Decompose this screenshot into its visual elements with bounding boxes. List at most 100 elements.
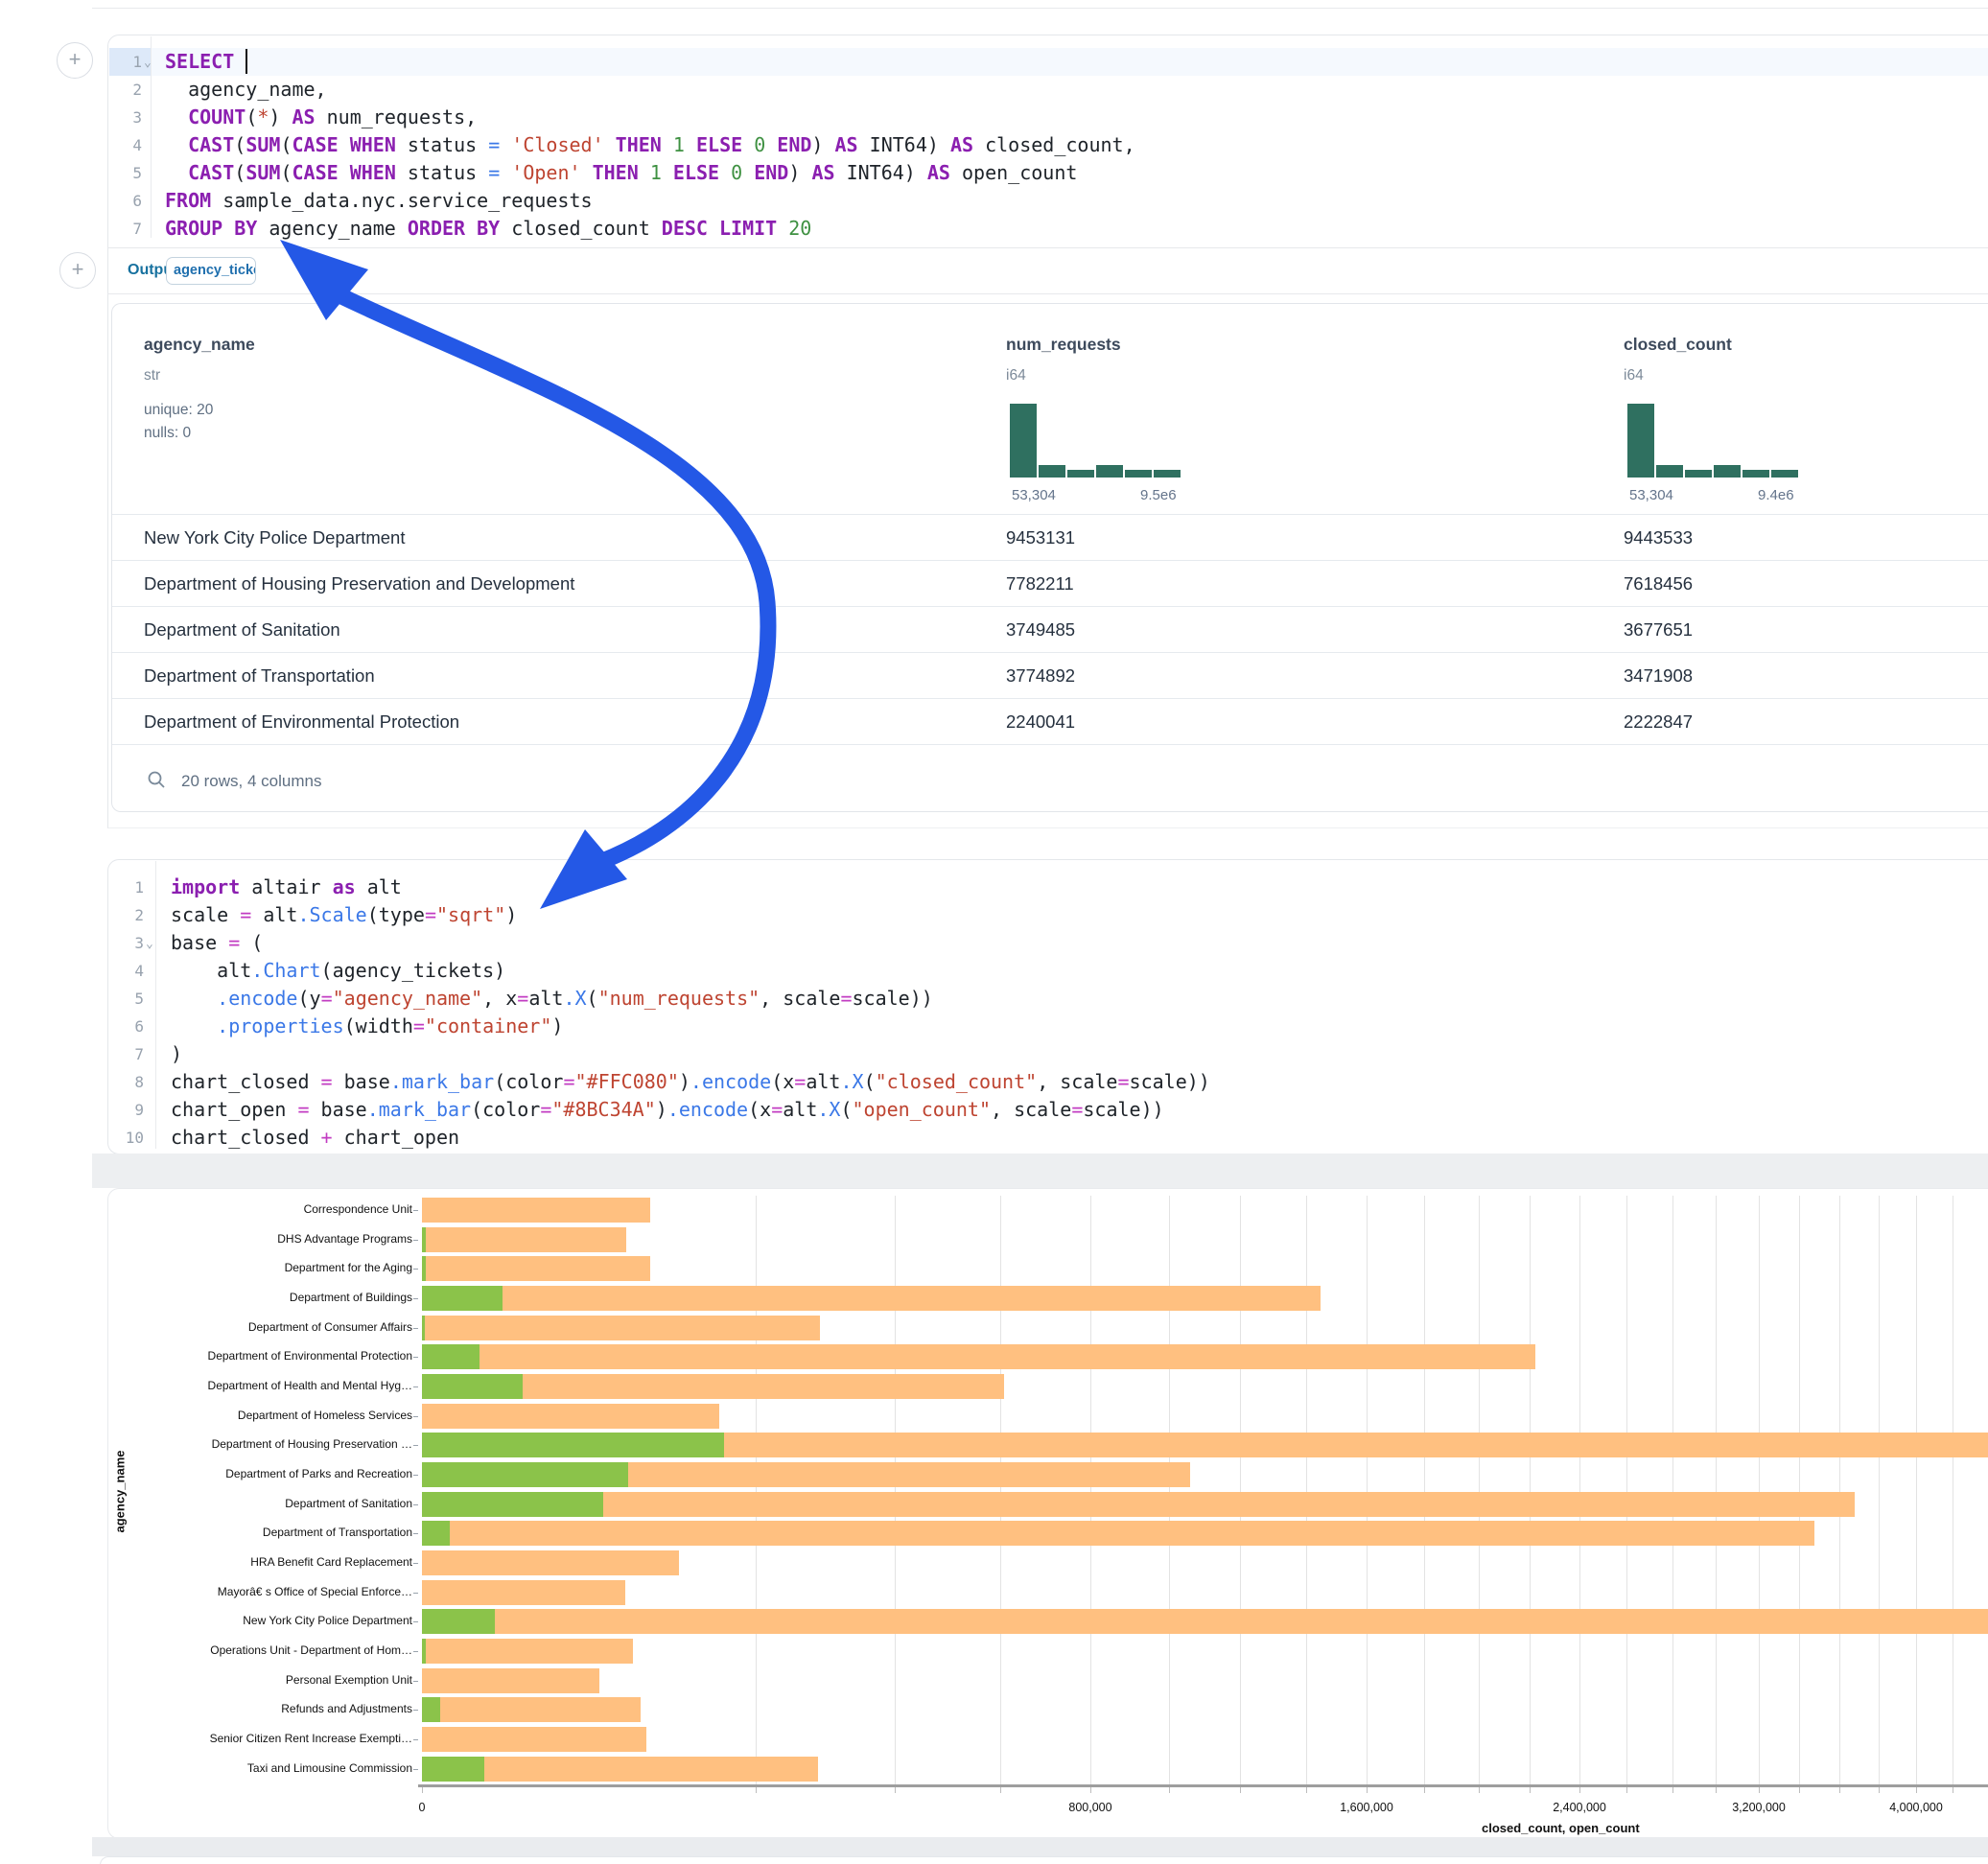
code-text: .properties(width="container") — [171, 1013, 563, 1040]
code-text: .encode(y="agency_name", x=alt.X("num_re… — [171, 985, 933, 1013]
output-variable-pill[interactable]: agency_tickets — [166, 257, 256, 285]
line-number: 5 — [100, 985, 144, 1013]
python-editor[interactable]: 1import altair as alt2scale = alt.Scale(… — [107, 859, 1988, 1153]
histogram-max-label: 9.5e6 — [1140, 487, 1177, 503]
line-number: 2 — [100, 901, 144, 929]
search-icon[interactable] — [147, 770, 166, 789]
code-line[interactable]: 4 alt.Chart(agency_tickets) — [107, 957, 1988, 985]
line-number: 2 — [98, 76, 142, 104]
result-table[interactable]: agency_namestr unique: 20 nulls: 0 num_requ… — [111, 303, 1988, 812]
chart-cell — [107, 1188, 1988, 1839]
line-number: 7 — [100, 1040, 144, 1068]
column-stats: nulls: 0 — [144, 425, 191, 442]
table-cell: Department of Environmental Protection — [144, 699, 459, 745]
table-row: Department of Housing Preservation and D… — [112, 560, 1988, 607]
add-cell-button-top[interactable]: + — [57, 42, 93, 79]
code-line[interactable]: 5 .encode(y="agency_name", x=alt.X("num_… — [107, 985, 1988, 1013]
code-text: SELECT — [165, 48, 246, 76]
table-cell: Department of Sanitation — [144, 607, 340, 653]
column-stats: unique: 20 — [144, 402, 213, 419]
table-row-count: 20 rows, 4 columns — [181, 772, 321, 791]
histogram-bar — [1656, 465, 1683, 478]
page-gap — [92, 1153, 1988, 1188]
code-line[interactable]: 4 CAST(SUM(CASE WHEN status = 'Closed' T… — [107, 131, 1988, 159]
column-type: i64 — [1006, 367, 1026, 384]
add-cell-button-output[interactable]: + — [59, 252, 96, 289]
fold-chevron-icon[interactable]: ⌄ — [146, 930, 153, 958]
code-text: chart_closed = base.mark_bar(color="#FFC… — [171, 1068, 1210, 1096]
code-line[interactable]: 5 CAST(SUM(CASE WHEN status = 'Open' THE… — [107, 159, 1988, 187]
table-cell: 7618456 — [1624, 561, 1693, 607]
table-row: Department of Transportation377489234719… — [112, 652, 1988, 699]
table-cell: 7782211 — [1006, 561, 1074, 607]
histogram-bar — [1125, 470, 1152, 478]
column-type: i64 — [1624, 367, 1644, 384]
code-text: FROM sample_data.nyc.service_requests — [165, 187, 593, 215]
histogram-bar — [1039, 465, 1065, 478]
cell-divider-top — [92, 8, 1988, 9]
table-cell: 3677651 — [1624, 607, 1693, 653]
table-cell: New York City Police Department — [144, 515, 405, 561]
table-cell: 2240041 — [1006, 699, 1075, 745]
column-header[interactable]: agency_name — [144, 335, 255, 355]
code-text: COUNT(*) AS num_requests, — [165, 104, 477, 131]
code-text: ) — [171, 1040, 182, 1068]
column-header[interactable]: closed_count — [1624, 335, 1732, 355]
code-line[interactable]: 6 .properties(width="container") — [107, 1013, 1988, 1040]
table-cell: 3471908 — [1624, 653, 1693, 699]
code-text: CAST(SUM(CASE WHEN status = 'Closed' THE… — [165, 131, 1135, 159]
line-number: 5 — [98, 159, 142, 187]
code-text: import altair as alt — [171, 874, 402, 901]
table-row: Department of Environmental Protection 22… — [112, 698, 1988, 745]
table-cell: 3774892 — [1006, 653, 1075, 699]
code-line[interactable]: 7) — [107, 1040, 1988, 1068]
line-number: 9 — [100, 1096, 144, 1124]
code-line[interactable]: 7GROUP BY agency_name ORDER BY closed_co… — [107, 215, 1988, 243]
code-line[interactable]: 1import altair as alt — [107, 874, 1988, 901]
next-cell-top — [100, 1856, 1988, 1864]
page-gap-bottom — [92, 1837, 1988, 1856]
text-cursor — [246, 49, 247, 74]
table-cell: 2222847 — [1624, 699, 1693, 745]
code-text: chart_open = base.mark_bar(color="#8BC34… — [171, 1096, 1164, 1124]
notebook-page: + + 1⌄SELECT 2 agency_name,3 COUNT(*) AS… — [0, 0, 1988, 1864]
line-number: 8 — [100, 1068, 144, 1096]
code-line[interactable]: 10chart_closed + chart_open — [107, 1124, 1988, 1152]
histogram-bar — [1742, 470, 1769, 478]
line-number: 6 — [100, 1013, 144, 1040]
table-cell: 9453131 — [1006, 515, 1075, 561]
line-number: 1 — [100, 874, 144, 901]
table-footer-row — [112, 744, 1988, 810]
histogram-bar — [1067, 470, 1094, 478]
fold-chevron-icon[interactable]: ⌄ — [144, 49, 152, 77]
code-line[interactable]: 2scale = alt.Scale(type="sqrt") — [107, 901, 1988, 929]
table-row: Department of Sanitation37494853677651 — [112, 606, 1988, 653]
histogram-bar — [1714, 465, 1741, 478]
column-type: str — [144, 367, 160, 384]
line-number: 3 — [98, 104, 142, 131]
histogram-bar — [1771, 470, 1798, 478]
table-cell: Department of Housing Preservation and D… — [144, 561, 574, 607]
histogram-bar — [1010, 404, 1037, 478]
code-line[interactable]: 6FROM sample_data.nyc.service_requests — [107, 187, 1988, 215]
code-text: CAST(SUM(CASE WHEN status = 'Open' THEN … — [165, 159, 1077, 187]
column-header[interactable]: num_requests — [1006, 335, 1121, 355]
code-text: alt.Chart(agency_tickets) — [171, 957, 505, 985]
code-line[interactable]: 8chart_closed = base.mark_bar(color="#FF… — [107, 1068, 1988, 1096]
code-line[interactable]: 3 COUNT(*) AS num_requests, — [107, 104, 1988, 131]
line-number: 4 — [98, 131, 142, 159]
line-number: 3 — [100, 929, 144, 957]
code-text: GROUP BY agency_name ORDER BY closed_cou… — [165, 215, 811, 243]
histogram-min-label: 53,304 — [1629, 487, 1673, 503]
sql-editor[interactable]: 1⌄SELECT 2 agency_name,3 COUNT(*) AS num… — [107, 35, 1988, 247]
code-line[interactable]: 3⌄base = ( — [107, 929, 1988, 957]
code-line[interactable]: 1⌄SELECT — [107, 48, 1988, 76]
histogram-bar — [1154, 470, 1181, 478]
divider — [107, 293, 1988, 294]
code-line[interactable]: 2 agency_name, — [107, 76, 1988, 104]
table-row: New York City Police Department945313194… — [112, 514, 1988, 561]
line-number: 7 — [98, 215, 142, 243]
code-text: chart_closed + chart_open — [171, 1124, 459, 1152]
code-line[interactable]: 9chart_open = base.mark_bar(color="#8BC3… — [107, 1096, 1988, 1124]
line-number: 1 — [98, 48, 142, 76]
